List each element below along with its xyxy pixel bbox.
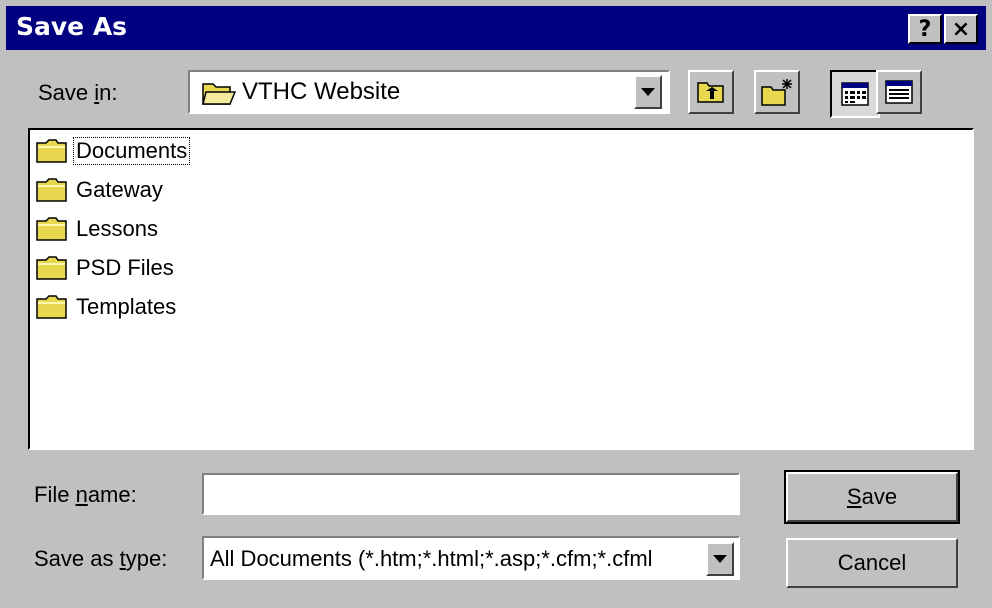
save-as-type-label: Save as type:	[34, 546, 168, 571]
title-bar[interactable]: Save As ? ×	[6, 6, 986, 50]
new-folder-icon	[761, 79, 792, 106]
file-list-item[interactable]: PSD Files	[36, 251, 176, 285]
file-list[interactable]: Documents Gateway Lessons PSD Files Template…	[28, 128, 974, 450]
folder-up-icon	[697, 82, 724, 103]
window-title: Save As	[16, 12, 128, 41]
folder-icon	[36, 139, 67, 163]
cancel-button[interactable]: Cancel	[786, 538, 958, 588]
open-folder-icon	[202, 80, 237, 111]
chevron-down-icon	[641, 88, 655, 96]
save-in-combo[interactable]: VTHC Website	[188, 70, 670, 114]
file-name-text: Templates	[76, 294, 177, 319]
save-as-dialog: Save As ? × Save in: VTHC Website Docume…	[0, 0, 992, 608]
close-icon: ×	[951, 16, 971, 42]
file-name-text: Documents	[72, 137, 191, 165]
chevron-down-icon	[713, 555, 727, 563]
help-button[interactable]: ?	[908, 14, 942, 44]
up-one-level-button[interactable]	[688, 70, 734, 114]
list-view-button[interactable]	[830, 70, 880, 118]
save-in-dropdown-button[interactable]	[634, 75, 662, 109]
close-button[interactable]: ×	[944, 14, 978, 44]
save-as-type-value: All Documents (*.htm;*.html;*.asp;*.cfm;…	[210, 546, 653, 571]
save-in-label: Save in:	[38, 80, 118, 105]
file-list-item[interactable]: Templates	[36, 290, 178, 324]
folder-icon	[36, 295, 67, 319]
save-as-type-dropdown-button[interactable]	[706, 542, 734, 576]
file-name-text: PSD Files	[76, 255, 174, 280]
folder-icon	[36, 256, 67, 280]
save-in-value: VTHC Website	[242, 78, 401, 105]
list-view-icon	[841, 82, 869, 106]
file-name-text: Lessons	[76, 216, 158, 241]
file-name-input[interactable]	[202, 473, 740, 515]
file-list-item[interactable]: Gateway	[36, 173, 165, 207]
file-list-item[interactable]: Documents	[36, 134, 191, 168]
create-new-folder-button[interactable]	[754, 70, 800, 114]
details-view-icon	[885, 80, 913, 104]
file-list-item[interactable]: Lessons	[36, 212, 160, 246]
folder-icon	[36, 178, 67, 202]
save-button[interactable]: Save	[784, 470, 960, 524]
details-view-button[interactable]	[876, 70, 922, 114]
file-name-text: Gateway	[76, 177, 163, 202]
save-as-type-combo[interactable]: All Documents (*.htm;*.html;*.asp;*.cfm;…	[202, 536, 740, 580]
folder-icon	[36, 217, 67, 241]
file-name-label: File name:	[34, 482, 137, 507]
